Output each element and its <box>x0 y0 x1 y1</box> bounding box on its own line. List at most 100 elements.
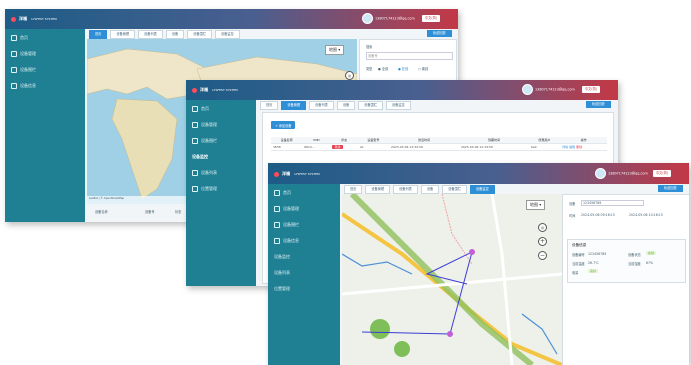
sidebar: 首页 设备管理 设备围栏 设备信息 <box>5 29 85 222</box>
add-device-button[interactable]: + 添加设备 <box>271 121 296 129</box>
device-table: 设备名称 IMEI 状态 设备型号 激活时间 到期时间 所属用户 操作 3658… <box>271 137 607 151</box>
sidebar-item-list[interactable]: 设备列表 <box>192 170 217 176</box>
tab-device-manage[interactable]: 设备管理 <box>281 101 307 110</box>
delete-link[interactable]: 删除 <box>576 145 582 149</box>
edit-link[interactable]: 编辑 <box>569 145 575 149</box>
sidebar-item-location[interactable]: 位置管理 <box>192 186 217 192</box>
locate-icon[interactable]: ◎ <box>538 223 547 232</box>
detail-link[interactable]: 详情 <box>562 145 568 149</box>
tab-device[interactable]: 设备 <box>420 185 440 194</box>
tab-device-manage[interactable]: 设备管理 <box>365 185 391 194</box>
top-bar: 洋福 LYSFEST SYSTEM 13807174123@qq.com 中文(… <box>5 9 458 29</box>
tab-home[interactable]: 首页 <box>344 185 363 194</box>
sidebar-item-info[interactable]: 设备信息 <box>274 238 299 244</box>
battery-label: 电量 <box>572 271 579 275</box>
tab-device-manage[interactable]: 设备管理 <box>110 30 136 39</box>
list-icon <box>192 170 198 176</box>
locate-icon[interactable]: ◎ <box>345 71 354 80</box>
app-logo: 洋福 LYSFEST SYSTEM <box>192 87 238 93</box>
zoom-in-icon[interactable]: + <box>538 237 547 246</box>
tab-track-playback[interactable]: 轨迹回放 <box>658 185 683 192</box>
time-label: 时间 <box>569 214 576 218</box>
info-title: 设备信息 <box>572 243 587 247</box>
status-value: 在线 <box>646 251 657 255</box>
info-icon <box>274 238 280 244</box>
track-map[interactable]: 地图 ▾ ◎ + − <box>342 194 562 365</box>
sidebar-item-location[interactable]: 位置管理 <box>274 286 290 292</box>
sidebar-item-device[interactable]: 设备管理 <box>11 51 36 57</box>
tab-device-list[interactable]: 设备列表 <box>138 30 163 39</box>
temp-value: 26.7℃ <box>588 261 599 265</box>
filter-online[interactable]: ● 在线 <box>398 66 408 71</box>
fence-icon <box>274 222 280 228</box>
language-select[interactable]: 中文(简) <box>653 170 672 177</box>
search-label: 搜索 <box>366 45 373 49</box>
user-account[interactable]: 13807174123@qq.com <box>595 168 648 179</box>
list-header-name: 设备名称 <box>95 210 108 214</box>
time-from-input[interactable]: 2024-05-06 09:16:15 <box>581 213 615 217</box>
map-type-select[interactable]: 地图 ▾ <box>526 200 546 210</box>
tab-bar: 首页 设备管理 设备列表 设备 设备围栏 设备监控 <box>340 185 689 194</box>
language-select[interactable]: 中文(简) <box>422 15 441 22</box>
tab-monitor[interactable]: 设备监控 <box>386 101 411 110</box>
sidebar-item-device[interactable]: 设备管理 <box>192 122 217 128</box>
tab-device[interactable]: 设备 <box>165 30 185 39</box>
sidebar-item-list[interactable]: 设备列表 <box>274 270 290 276</box>
language-select[interactable]: 中文(简) <box>582 86 601 93</box>
cell-imei: 8612... <box>302 143 331 151</box>
tab-bar: 首页 设备管理 设备列表 设备 设备围栏 设备监控 <box>85 30 458 39</box>
tab-home[interactable]: 首页 <box>89 30 108 39</box>
device-label: 设备 <box>569 202 576 206</box>
status-badge: 在线 <box>646 251 657 255</box>
avatar <box>595 168 606 179</box>
sidebar-item-fence[interactable]: 设备围栏 <box>11 67 36 73</box>
sidebar-item-info[interactable]: 设备信息 <box>11 83 36 89</box>
app-logo: 洋福 LYSFEST SYSTEM <box>11 16 57 22</box>
sidebar: 首页 设备管理 设备围栏 设备信息 设备监控 设备列表 位置管理 <box>268 184 340 365</box>
device-icon <box>192 122 198 128</box>
avatar <box>522 84 533 95</box>
tab-track-playback[interactable]: 轨迹回放 <box>586 101 611 108</box>
sidebar-item-fence[interactable]: 设备围栏 <box>274 222 299 228</box>
logo-mark-icon <box>274 171 279 177</box>
tab-device-list[interactable]: 设备列表 <box>393 185 418 194</box>
zoom-out-icon[interactable]: − <box>538 251 547 260</box>
tab-monitor[interactable]: 设备监控 <box>215 30 240 39</box>
sidebar-item-monitor[interactable]: 设备监控 <box>274 254 290 260</box>
sidebar-item-device[interactable]: 设备管理 <box>274 206 299 212</box>
tab-home[interactable]: 首页 <box>260 101 279 110</box>
sidebar-item-home[interactable]: 首页 <box>11 35 28 41</box>
device-icon <box>11 51 17 57</box>
filter-offline[interactable]: ○ 离线 <box>418 66 428 71</box>
device-no-label: 设备编号 <box>572 253 585 257</box>
search-input[interactable]: 设备号 <box>366 52 453 60</box>
device-info-card: 设备信息 设备编号 123456789 设备状态 在线 当前温度 26.7℃ 当… <box>567 239 686 283</box>
location-icon <box>192 186 198 192</box>
cell-activated: 2023-03-06 12:34:56 <box>389 143 459 151</box>
cell-expire: 2025-03-06 12:34:56 <box>458 143 529 151</box>
tab-fence[interactable]: 设备围栏 <box>442 185 467 194</box>
user-account[interactable]: 13807174123@qq.com <box>522 84 575 95</box>
track-control-panel: 设备 123456789 时间 2024-05-06 09:16:15 2024… <box>562 194 689 365</box>
sidebar-item-home[interactable]: 首页 <box>192 106 209 112</box>
user-account[interactable]: 13807174123@qq.com <box>362 13 415 24</box>
sidebar-item-fence[interactable]: 设备围栏 <box>192 138 217 144</box>
tab-device-list[interactable]: 设备列表 <box>309 101 334 110</box>
tab-fence[interactable]: 设备围栏 <box>187 30 212 39</box>
sidebar-item-home[interactable]: 首页 <box>274 190 291 196</box>
app-logo: 洋福 LYSFEST SYSTEM <box>274 171 320 177</box>
tab-fence[interactable]: 设备围栏 <box>358 101 383 110</box>
fence-icon <box>192 138 198 144</box>
tab-track-playback[interactable]: 轨迹回放 <box>427 30 452 37</box>
map-type-select[interactable]: 地图 ▾ <box>325 45 345 55</box>
table-row[interactable]: 3658 8612... 离线 A1 2023-03-06 12:34:56 2… <box>271 143 607 151</box>
filter-all[interactable]: ● 全部 <box>378 66 388 71</box>
sidebar-item-monitor[interactable]: 设备监控 <box>192 154 208 160</box>
device-no-value: 123456789 <box>588 252 607 256</box>
time-to-input[interactable]: 2024-05-06 10:16:15 <box>629 213 663 217</box>
device-input[interactable]: 123456789 <box>581 200 644 206</box>
tab-monitor[interactable]: 设备监控 <box>470 185 495 194</box>
tab-device[interactable]: 设备 <box>336 101 356 110</box>
battery-badge: 良好 <box>588 269 599 273</box>
temp-label: 当前温度 <box>572 262 585 266</box>
